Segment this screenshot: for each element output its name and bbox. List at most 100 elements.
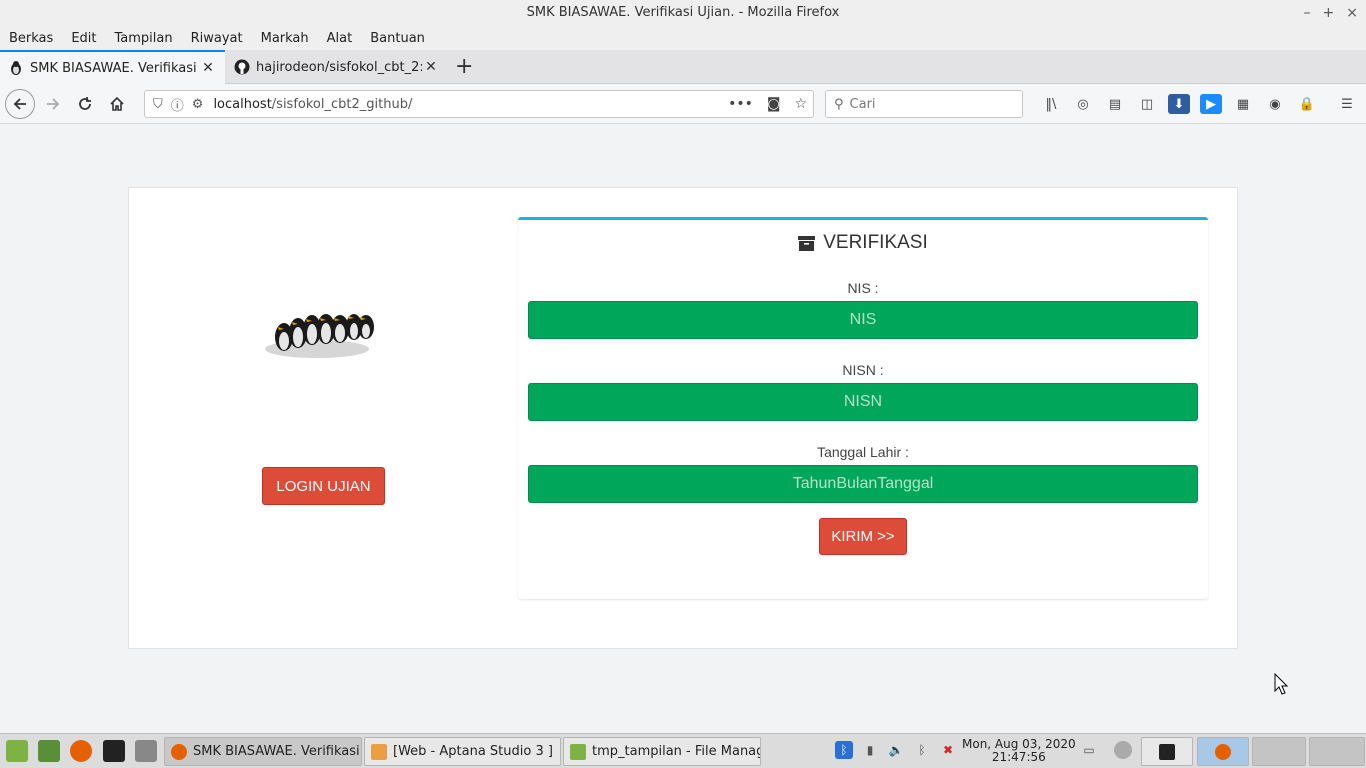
- nisn-label: NISN :: [842, 362, 884, 378]
- security-shield-icon[interactable]: ✖: [939, 741, 957, 759]
- login-ujian-button[interactable]: LOGIN UJIAN: [262, 467, 385, 505]
- search-bar[interactable]: ⚲ Cari: [825, 90, 1023, 118]
- workspace-3[interactable]: [1252, 737, 1306, 766]
- home-button[interactable]: [104, 91, 130, 117]
- menu-markah[interactable]: Markah: [261, 31, 309, 46]
- mouse-cursor-icon: [1274, 673, 1288, 695]
- qr-code-icon[interactable]: ▦: [1232, 94, 1254, 114]
- volume-icon[interactable]: 🔈: [887, 741, 905, 759]
- new-tab-icon[interactable]: +: [455, 55, 473, 79]
- info-icon[interactable]: ⓘ: [171, 95, 184, 114]
- github-icon: [234, 59, 250, 75]
- menu-berkas[interactable]: Berkas: [9, 31, 53, 46]
- system-tray: ᛒ ▮ 🔈 ᛒ ✖: [835, 741, 957, 759]
- close-tab-icon[interactable]: ✕: [422, 59, 440, 75]
- bluetooth-icon[interactable]: ᛒ: [913, 741, 931, 759]
- window-titlebar: SMK BIASAWAE. Verifikasi Ujian. - Mozill…: [0, 0, 1366, 26]
- page-actions-icon[interactable]: •••: [728, 96, 753, 112]
- main-card: LOGIN UJIAN VERIFIKASI NIS : NISN : Tang…: [128, 187, 1238, 649]
- tab-github[interactable]: hajirodeon/sisfokol_cbt_2: sisfokol ✕: [226, 50, 448, 84]
- menu-bantuan[interactable]: Bantuan: [370, 31, 425, 46]
- show-desktop-icon[interactable]: [38, 740, 60, 762]
- url-bar[interactable]: ⛉ ⓘ ⚙ localhost/sisfokol_cbt2_github/ ••…: [144, 90, 814, 118]
- clock-time: 21:47:56: [991, 750, 1046, 764]
- taskbar-window-firefox[interactable]: SMK BIASAWAE. Verifikasi U...: [164, 737, 362, 766]
- user-status-icon[interactable]: [1114, 741, 1132, 759]
- network-signal-icon[interactable]: ▮: [861, 741, 879, 759]
- menu-alat[interactable]: Alat: [327, 31, 353, 46]
- minimize-button[interactable]: –: [1304, 0, 1311, 26]
- tray-right: ▭: [1080, 741, 1132, 759]
- terminal-icon: [1159, 743, 1175, 760]
- taskbar: SMK BIASAWAE. Verifikasi U... [Web - Apt…: [0, 733, 1366, 768]
- tab-label: hajirodeon/sisfokol_cbt_2: sisfokol: [256, 59, 422, 75]
- close-tab-icon[interactable]: ✕: [199, 60, 217, 76]
- download-icon[interactable]: ⬇: [1168, 94, 1190, 114]
- window-controls: – + ×: [1304, 0, 1358, 26]
- account-icon[interactable]: ◉: [1264, 94, 1286, 114]
- back-button[interactable]: [5, 89, 35, 119]
- folder-icon: [570, 743, 586, 760]
- search-placeholder: Cari: [849, 96, 876, 112]
- arrow-left-icon: [13, 98, 26, 110]
- clock[interactable]: Mon, Aug 03, 2020 21:47:56: [962, 738, 1076, 764]
- lock-addon-icon[interactable]: 🔒: [1296, 94, 1318, 114]
- taskbar-window-label: tmp_tampilan - File Manager: [592, 744, 761, 759]
- sidebar-icon[interactable]: ◫: [1136, 94, 1158, 114]
- reload-button[interactable]: [72, 91, 98, 117]
- tab-verifikasi[interactable]: SMK BIASAWAE. Verifikasi Ujian. ✕: [0, 50, 225, 84]
- box-title: VERIFIKASI: [518, 232, 1208, 254]
- penguin-favicon-icon: [11, 61, 21, 75]
- mint-menu-icon[interactable]: [6, 740, 28, 762]
- taskbar-window-label: [Web - Aptana Studio 3 ]: [393, 744, 553, 759]
- navigation-bar: ⛉ ⓘ ⚙ localhost/sisfokol_cbt2_github/ ••…: [0, 84, 1366, 124]
- workspace-4[interactable]: [1309, 737, 1365, 766]
- taskbar-window-aptana[interactable]: [Web - Aptana Studio 3 ]: [364, 737, 561, 766]
- forward-button[interactable]: [40, 91, 66, 117]
- menu-edit[interactable]: Edit: [71, 31, 96, 46]
- battery-icon[interactable]: ▭: [1080, 741, 1098, 759]
- aptana-icon: [371, 743, 387, 760]
- tab-label: SMK BIASAWAE. Verifikasi Ujian.: [30, 60, 199, 76]
- firefox-icon: [171, 743, 187, 760]
- nis-label: NIS :: [847, 280, 879, 296]
- url-text[interactable]: localhost/sisfokol_cbt2_github/: [213, 97, 728, 112]
- firefox-launcher-icon[interactable]: [70, 740, 92, 762]
- addon-book-icon[interactable]: ▤: [1104, 94, 1126, 114]
- bluetooth-app-icon[interactable]: ᛒ: [835, 741, 853, 759]
- nisn-input[interactable]: [528, 383, 1198, 421]
- firefox-icon: [1215, 743, 1231, 760]
- nis-input[interactable]: [528, 301, 1198, 339]
- menubar: Berkas Edit Tampilan Riwayat Markah Alat…: [0, 26, 1366, 50]
- kirim-button[interactable]: KIRIM >>: [819, 518, 907, 555]
- tanggal-lahir-input[interactable]: [528, 465, 1198, 503]
- menu-riwayat[interactable]: Riwayat: [191, 31, 243, 46]
- close-window-button[interactable]: ×: [1346, 0, 1358, 26]
- permissions-icon[interactable]: ⚙: [192, 97, 204, 112]
- tanggal-lahir-label: Tanggal Lahir :: [817, 444, 909, 460]
- maximize-button[interactable]: +: [1323, 0, 1335, 26]
- archive-icon: [798, 235, 816, 251]
- addon-globe-icon[interactable]: ◎: [1072, 94, 1094, 114]
- url-path: /sisfokol_cbt2_github/: [271, 96, 413, 112]
- menu-tampilan[interactable]: Tampilan: [115, 31, 173, 46]
- shield-icon[interactable]: ⛉: [153, 97, 163, 112]
- search-icon: ⚲: [834, 96, 844, 112]
- pocket-icon[interactable]: ◙: [767, 96, 781, 112]
- taskbar-window-file-manager[interactable]: tmp_tampilan - File Manager: [563, 737, 761, 766]
- tab-strip: SMK BIASAWAE. Verifikasi Ujian. ✕ hajiro…: [0, 50, 1366, 84]
- taskbar-window-label: SMK BIASAWAE. Verifikasi U...: [193, 744, 361, 759]
- reload-icon: [79, 97, 91, 110]
- box-title-text: VERIFIKASI: [823, 232, 928, 253]
- page-content: LOGIN UJIAN VERIFIKASI NIS : NISN : Tang…: [0, 125, 1366, 733]
- home-icon: [110, 96, 124, 111]
- workspace-terminal[interactable]: [1141, 737, 1193, 766]
- terminal-launcher-icon[interactable]: [103, 740, 125, 762]
- files-launcher-icon[interactable]: [135, 740, 157, 762]
- hamburger-menu-icon[interactable]: ☰: [1336, 94, 1358, 114]
- zoom-addon-icon[interactable]: ▶: [1200, 94, 1222, 114]
- library-icon[interactable]: ‖\: [1040, 94, 1062, 114]
- url-host: localhost: [213, 96, 272, 112]
- bookmark-star-icon[interactable]: ☆: [794, 96, 807, 112]
- workspace-firefox[interactable]: [1197, 737, 1249, 766]
